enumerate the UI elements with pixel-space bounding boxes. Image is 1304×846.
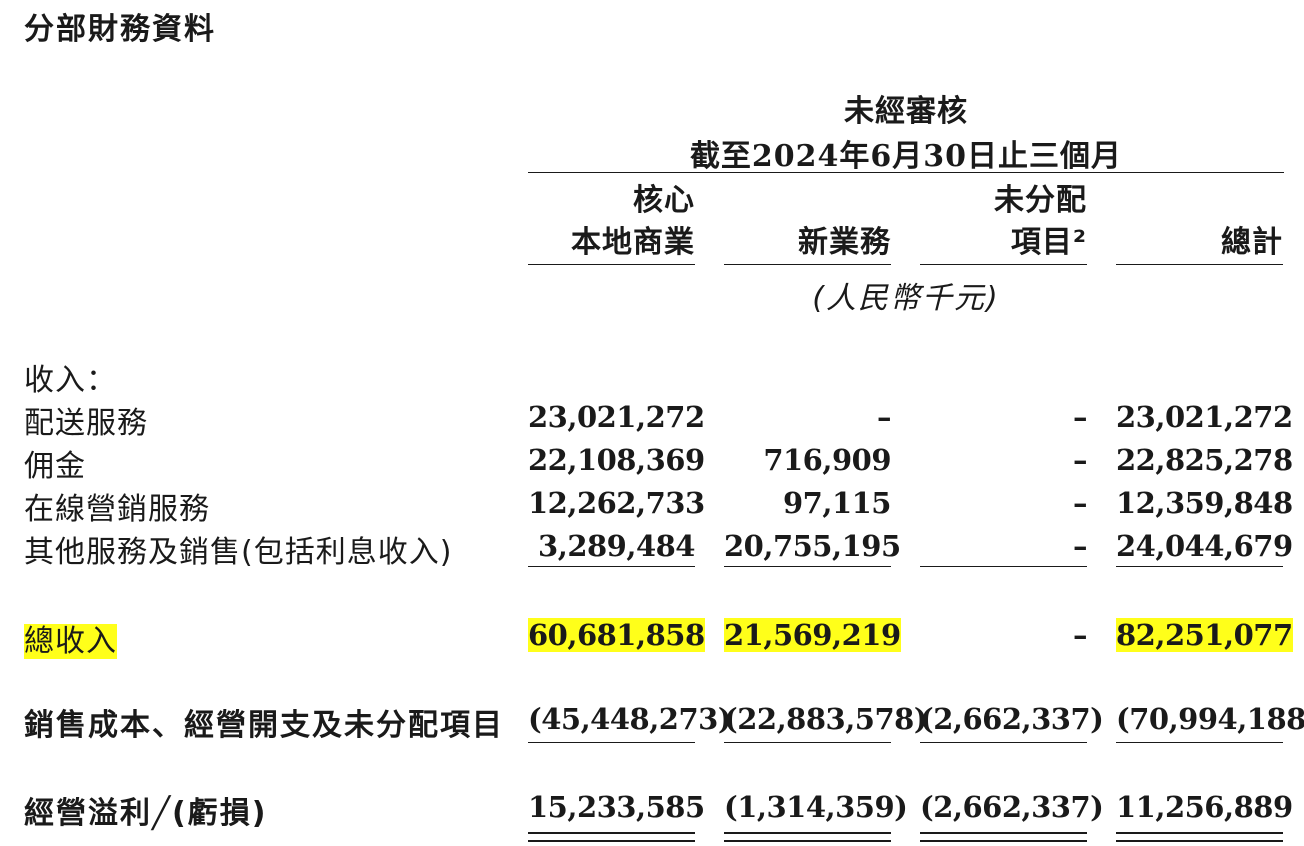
cell-total: (70,994,188) [1116, 702, 1304, 736]
column-header-new-initiatives: 新業務 [724, 180, 891, 264]
cell-new-initiatives: 20,755,195 [724, 529, 901, 563]
double-underline [920, 832, 1087, 842]
subtotal-rule [724, 566, 891, 567]
row-label: 經營溢利╱(虧損) [24, 796, 268, 831]
highlighted-value: 82,251,077 [1116, 618, 1293, 652]
column-header-line1: 核心 [633, 183, 695, 218]
currency-unit: (人民幣千元) [812, 281, 1000, 316]
column-header-line1 [724, 180, 891, 222]
highlighted-value: 60,681,858 [528, 618, 705, 652]
row-label: 在線營銷服務 [24, 492, 210, 527]
column-header-unallocated-items: 未分配 項目² [920, 180, 1087, 264]
highlighted-text: 總收入 [24, 624, 117, 659]
double-underline [528, 832, 695, 842]
cell-core-local: 12,262,733 [528, 486, 705, 520]
audit-status-header: 未經審核 [844, 94, 968, 129]
cell-core-local: (45,448,273) [528, 702, 732, 736]
column-header-underline [724, 264, 891, 265]
highlighted-value: 21,569,219 [724, 618, 901, 652]
cell-new-initiatives: 716,909 [763, 443, 891, 477]
column-header-line1: 未分配 [994, 183, 1087, 218]
subtotal-rule [528, 742, 695, 743]
cell-total: 11,256,889 [1116, 790, 1293, 824]
page-title: 分部財務資料 [24, 12, 216, 47]
column-header-total: 總計 [1116, 180, 1283, 264]
cell-unallocated: – [1073, 443, 1088, 477]
period-header: 截至2024年6月30日止三個月 [689, 139, 1123, 174]
row-label: 銷售成本、經營開支及未分配項目 [24, 708, 504, 743]
cell-new-initiatives: 97,115 [783, 486, 892, 520]
cell-total: 24,044,679 [1116, 529, 1293, 563]
row-label: 佣金 [24, 449, 86, 484]
row-label: 配送服務 [24, 406, 148, 441]
double-underline [1116, 832, 1283, 842]
column-header-line2: 新業務 [798, 225, 891, 260]
cell-total: 23,021,272 [1116, 400, 1293, 434]
cell-core-local: 22,108,369 [528, 443, 705, 477]
subtotal-rule [920, 742, 1087, 743]
column-header-underline [1116, 264, 1283, 265]
cell-unallocated: – [1073, 529, 1088, 563]
column-header-line2: 本地商業 [571, 225, 695, 260]
revenue-heading: 收入： [24, 363, 117, 398]
cell-total: 22,825,278 [1116, 443, 1293, 477]
cell-total: 12,359,848 [1116, 486, 1293, 520]
cell-new-initiatives: – [877, 400, 892, 434]
cell-unallocated: – [1073, 618, 1088, 652]
subtotal-rule [724, 742, 891, 743]
cell-unallocated: – [1073, 486, 1088, 520]
subtotal-rule [920, 566, 1087, 567]
subtotal-rule [528, 566, 695, 567]
cell-unallocated: – [1073, 400, 1088, 434]
cell-unallocated: (2,662,337) [920, 790, 1104, 824]
period-underline [528, 172, 1284, 173]
row-label: 總收入 [24, 616, 117, 660]
cell-total: 82,251,077 [1116, 618, 1293, 652]
column-header-underline [528, 264, 695, 265]
cell-core-local: 23,021,272 [528, 400, 705, 434]
cell-core-local: 3,289,484 [538, 529, 695, 563]
cell-core-local: 60,681,858 [528, 618, 705, 652]
row-label: 其他服務及銷售(包括利息收入) [24, 535, 453, 570]
double-underline [724, 832, 891, 842]
cell-new-initiatives: 21,569,219 [724, 618, 901, 652]
cell-core-local: 15,233,585 [528, 790, 705, 824]
cell-new-initiatives: (1,314,359) [724, 790, 908, 824]
column-header-line2: 總計 [1221, 225, 1283, 260]
subtotal-rule [1116, 742, 1283, 743]
cell-unallocated: (2,662,337) [920, 702, 1104, 736]
cell-new-initiatives: (22,883,578) [724, 702, 928, 736]
column-header-line1 [1116, 180, 1283, 222]
column-header-underline [920, 264, 1087, 265]
column-header-core-local-commerce: 核心 本地商業 [528, 180, 695, 264]
column-header-line2: 項目² [1010, 225, 1087, 260]
subtotal-rule [1116, 566, 1283, 567]
